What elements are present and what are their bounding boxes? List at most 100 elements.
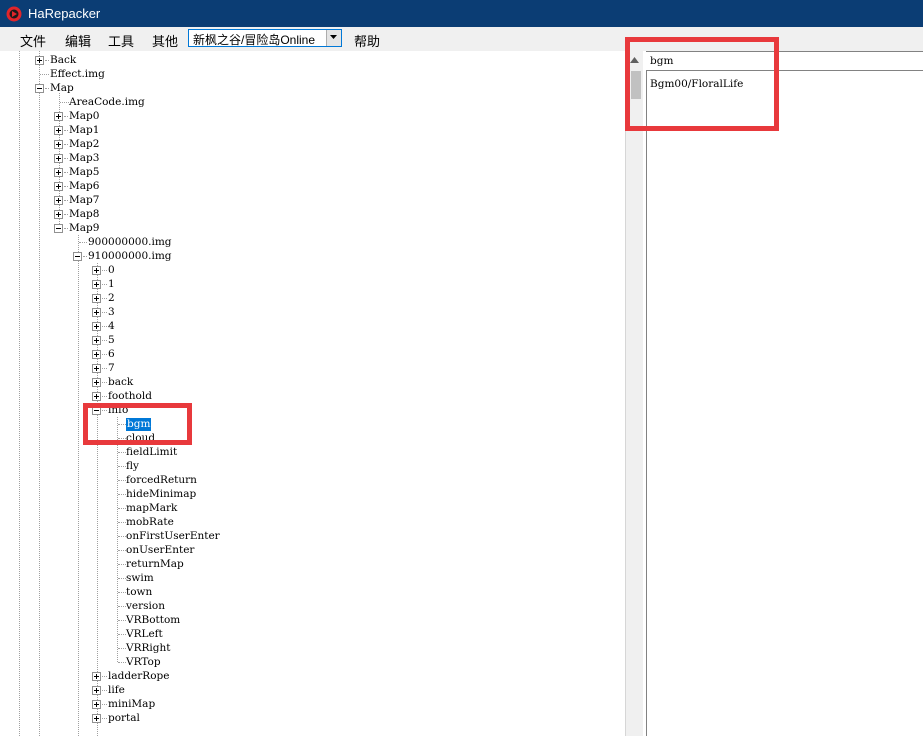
tree-node-info-property[interactable]: mapMark (126, 502, 177, 515)
tree-node-layer[interactable]: 1 (108, 278, 115, 291)
tree-node-info-property[interactable]: VRRight (126, 642, 170, 655)
expand-toggle[interactable] (92, 714, 101, 723)
tree-node-map-item[interactable]: Map1 (69, 124, 99, 137)
collapse-toggle[interactable] (73, 252, 82, 261)
tree-connector (83, 256, 87, 257)
menu-edit[interactable]: 编辑 (65, 31, 91, 50)
expand-toggle[interactable] (54, 168, 63, 177)
tree-node-img-910000000[interactable]: 910000000.img (88, 250, 172, 263)
expand-toggle[interactable] (54, 140, 63, 149)
tree-connector (102, 676, 107, 677)
tree-node-info-property[interactable]: town (126, 586, 152, 599)
expand-toggle[interactable] (92, 336, 101, 345)
tree-connector (118, 522, 126, 523)
collapse-toggle[interactable] (54, 224, 63, 233)
expand-toggle[interactable] (54, 182, 63, 191)
collapse-toggle[interactable] (35, 84, 44, 93)
dropdown-button[interactable] (326, 30, 341, 46)
expand-toggle[interactable] (54, 126, 63, 135)
tree-node-layer[interactable]: 4 (108, 320, 115, 333)
version-select[interactable]: 新枫之谷/冒险岛Online (188, 29, 342, 47)
expand-toggle[interactable] (92, 672, 101, 681)
menu-other[interactable]: 其他 (152, 31, 178, 50)
tree-node-map-item[interactable]: Map3 (69, 152, 99, 165)
tree-node-section[interactable]: ladderRope (108, 670, 169, 683)
expand-toggle[interactable] (92, 294, 101, 303)
tree-node-layer[interactable]: 5 (108, 334, 115, 347)
expand-toggle[interactable] (92, 392, 101, 401)
tree-guide-line (78, 235, 79, 736)
expand-toggle[interactable] (54, 112, 63, 121)
tree-node-section[interactable]: life (108, 684, 125, 697)
tree-node-info-property[interactable]: fieldLimit (126, 446, 177, 459)
expand-toggle[interactable] (92, 266, 101, 275)
tree-node-info-property[interactable]: fly (126, 460, 139, 473)
tree-node-info-property[interactable]: hideMinimap (126, 488, 196, 501)
tree-node-info-property[interactable]: swim (126, 572, 154, 585)
tree-connector (102, 284, 107, 285)
tree-node-effect[interactable]: Effect.img (50, 68, 105, 81)
tree-node-info-property[interactable]: VRTop (126, 656, 161, 669)
tree-connector (102, 690, 107, 691)
tree-node-section[interactable]: miniMap (108, 698, 155, 711)
tree-connector (102, 718, 107, 719)
tree-node-map-item[interactable]: Map0 (69, 110, 99, 123)
tree-node-layer[interactable]: 2 (108, 292, 115, 305)
tree-node-map-item[interactable]: Map6 (69, 180, 99, 193)
tree-node-info-property[interactable]: forcedReturn (126, 474, 197, 487)
tree-connector (102, 326, 107, 327)
tree-node-layer[interactable]: 0 (108, 264, 115, 277)
tree-node-layer[interactable]: 7 (108, 362, 115, 375)
expand-toggle[interactable] (54, 196, 63, 205)
tree-node-info-property[interactable]: version (126, 600, 165, 613)
expand-toggle[interactable] (92, 308, 101, 317)
app-logo-icon (6, 6, 22, 21)
tree-connector (45, 88, 49, 89)
tree-node-map-item[interactable]: Map2 (69, 138, 99, 151)
title-bar: HaRepacker (0, 0, 923, 27)
tree-node-layer[interactable]: 6 (108, 348, 115, 361)
expand-toggle[interactable] (54, 154, 63, 163)
tree-connector (102, 354, 107, 355)
tree-connector (102, 396, 107, 397)
vertical-scrollbar[interactable] (625, 51, 643, 736)
tree-connector (118, 494, 126, 495)
highlight-box-bgm-node (83, 403, 192, 445)
tree-node-info-property[interactable]: onFirstUserEnter (126, 530, 220, 543)
tree-guide-line (97, 263, 98, 736)
expand-toggle[interactable] (54, 210, 63, 219)
window-title: HaRepacker (28, 6, 101, 21)
tree-node-info-property[interactable]: mobRate (126, 516, 174, 529)
tree-node-info-property[interactable]: returnMap (126, 558, 184, 571)
tree-node-map-item[interactable]: Map9 (69, 222, 99, 235)
expand-toggle[interactable] (35, 56, 44, 65)
tree-node-foothold[interactable]: foothold (108, 390, 152, 403)
tree-node-layer[interactable]: 3 (108, 306, 115, 319)
tree-node-info-property[interactable]: onUserEnter (126, 544, 194, 557)
expand-toggle[interactable] (92, 364, 101, 373)
tree-node-info-property[interactable]: VRLeft (126, 628, 163, 641)
expand-toggle[interactable] (92, 322, 101, 331)
expand-toggle[interactable] (92, 350, 101, 359)
tree-node-map-item[interactable]: Map8 (69, 208, 99, 221)
tree-node-back[interactable]: Back (50, 54, 76, 67)
tree-node-img-900000000[interactable]: 900000000.img (88, 236, 172, 249)
expand-toggle[interactable] (92, 700, 101, 709)
menu-help[interactable]: 帮助 (354, 31, 380, 50)
tree-node-back-layer[interactable]: back (108, 376, 133, 389)
expand-toggle[interactable] (92, 280, 101, 289)
tree-node-map-item[interactable]: Map7 (69, 194, 99, 207)
expand-toggle[interactable] (92, 378, 101, 387)
menu-tools[interactable]: 工具 (108, 31, 134, 50)
tree-node-info-property[interactable]: VRBottom (126, 614, 180, 627)
tree-view[interactable]: Back Effect.img Map AreaCode.img 9000000… (0, 51, 625, 736)
tree-node-map-item[interactable]: Map5 (69, 166, 99, 179)
tree-connector (118, 620, 126, 621)
expand-toggle[interactable] (92, 686, 101, 695)
tree-node-map[interactable]: Map (50, 82, 74, 95)
tree-connector (118, 578, 126, 579)
menu-file[interactable]: 文件 (20, 31, 46, 50)
tree-node-areacode[interactable]: AreaCode.img (69, 96, 145, 109)
tree-guide-line (117, 417, 118, 662)
tree-node-section[interactable]: portal (108, 712, 140, 725)
